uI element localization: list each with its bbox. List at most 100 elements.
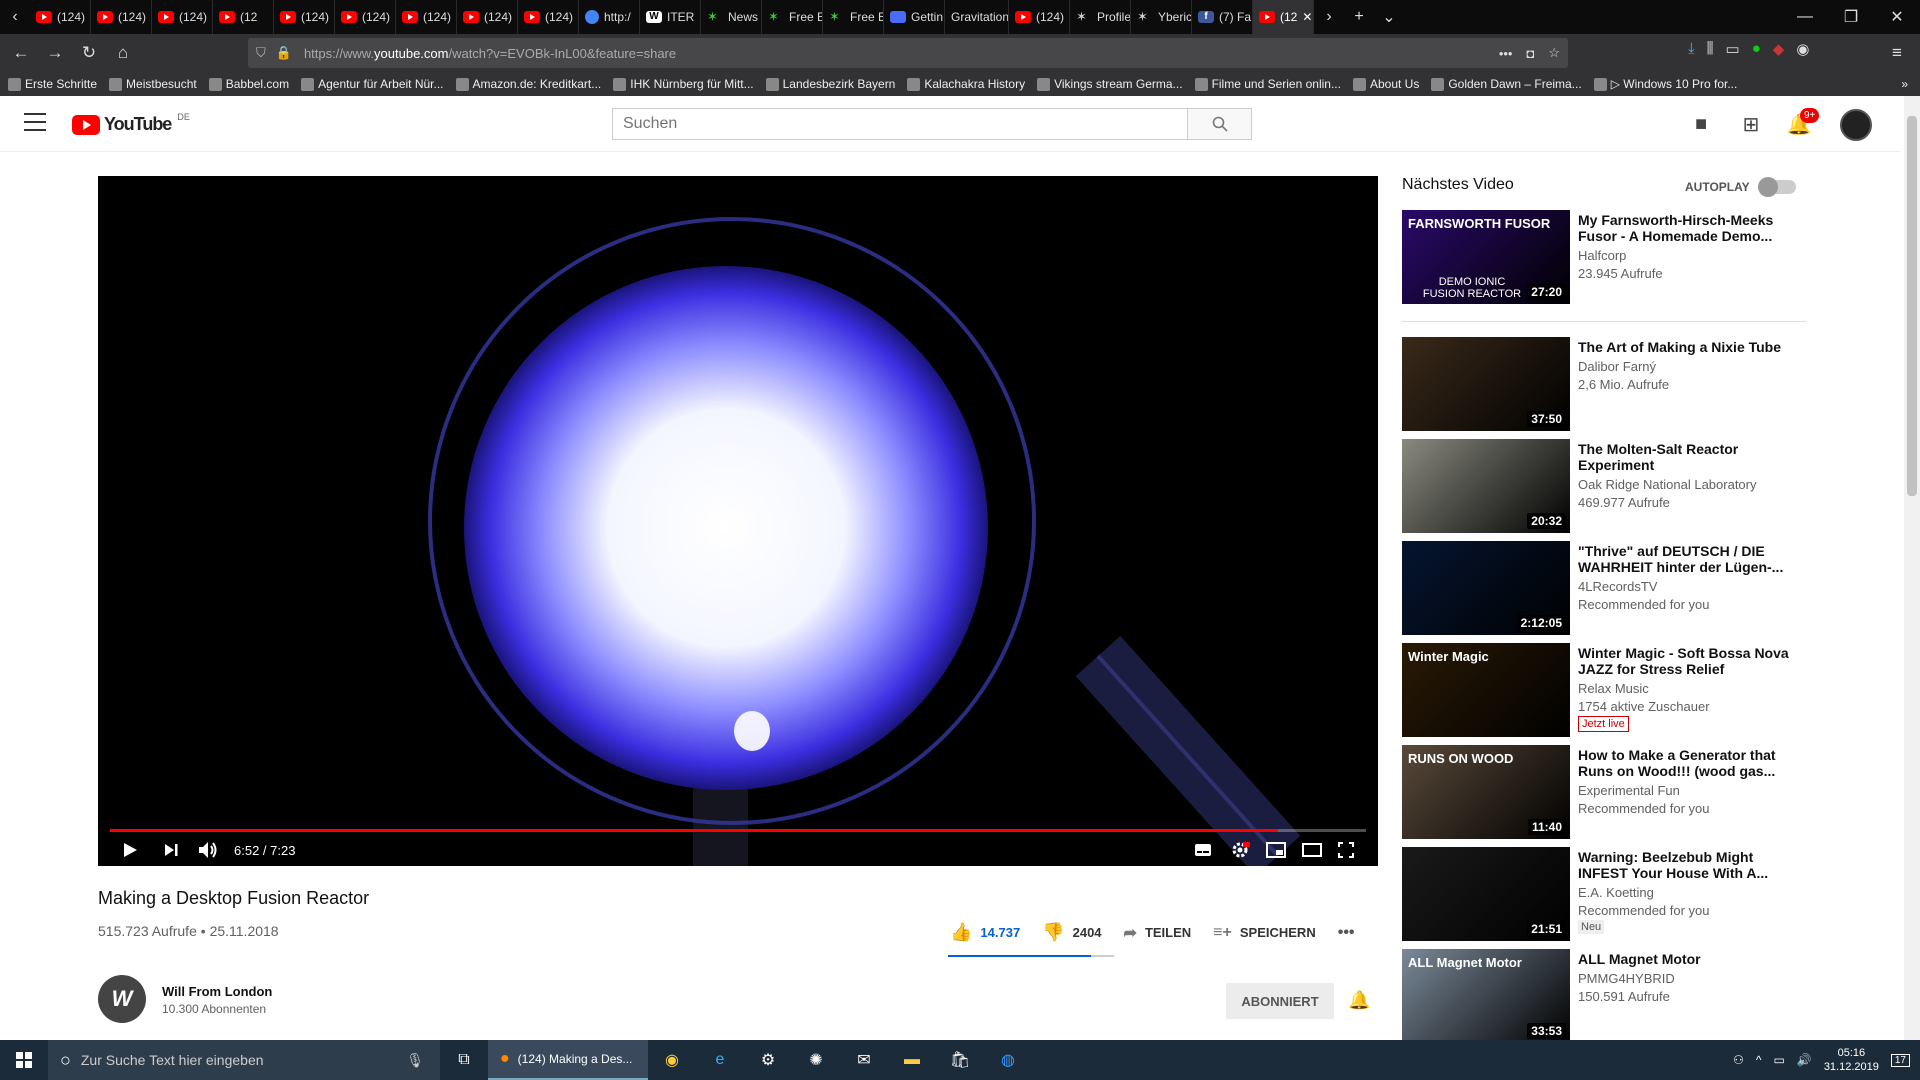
video-thumbnail[interactable]: ALL Magnet Motor 33:53 [1402, 949, 1570, 1043]
save-button[interactable]: ≡+ SPEICHERN [1213, 924, 1316, 942]
more-actions-button[interactable]: ••• [1338, 924, 1355, 942]
minimize-button[interactable]: — [1782, 0, 1828, 34]
theater-mode-icon[interactable] [1302, 838, 1322, 862]
browser-tab[interactable]: ✶ Free E [762, 0, 823, 34]
taskbar-firefox-window[interactable]: ● (124) Making a Des... [488, 1040, 648, 1080]
people-icon[interactable]: ⚇ [1733, 1053, 1744, 1067]
scrollbar-thumb[interactable] [1907, 116, 1917, 496]
settings-gear-icon[interactable] [1230, 838, 1250, 862]
close-window-button[interactable]: ✕ [1874, 0, 1920, 34]
back-button[interactable]: ← [4, 37, 38, 69]
search-button[interactable] [1187, 109, 1251, 139]
browser-tab[interactable]: (12 ✕ [1253, 0, 1314, 34]
task-view-icon[interactable]: ⧉ [440, 1040, 488, 1080]
mail-icon[interactable]: ✉ [840, 1040, 888, 1080]
pocket-icon[interactable]: ◘ [1526, 46, 1534, 61]
recommended-video-title[interactable]: ALL Magnet Motor [1578, 951, 1798, 967]
forward-button[interactable]: → [38, 37, 72, 69]
windows-start-button[interactable] [0, 1040, 48, 1080]
steam-icon[interactable]: ⚙ [744, 1040, 792, 1080]
downloads-icon[interactable]: ⤓ [1688, 40, 1695, 58]
bookmarks-overflow-icon[interactable]: » [1901, 77, 1908, 91]
recommended-video[interactable]: FARNSWORTH FUSOR DEMO IONIC FUSION REACTO… [1402, 210, 1806, 306]
recommended-video-title[interactable]: The Art of Making a Nixie Tube [1578, 339, 1798, 355]
browser-tab[interactable]: (124) [30, 0, 91, 34]
action-center-icon[interactable]: 17 [1890, 1053, 1910, 1067]
share-button[interactable]: ➦ TEILEN [1124, 923, 1192, 943]
browser-tab[interactable]: Gettin [884, 0, 945, 34]
page-scrollbar[interactable] [1904, 96, 1920, 1040]
new-tab-button[interactable]: + [1344, 0, 1374, 34]
volume-tray-icon[interactable]: 🔊 [1797, 1053, 1812, 1067]
account-icon[interactable]: ◉ [1796, 40, 1809, 58]
reload-button[interactable]: ↻ [72, 37, 106, 69]
taskbar-search[interactable]: ○ Zur Suche Text hier eingeben 🎙 [48, 1040, 440, 1080]
grammarly-icon[interactable]: ● [1752, 40, 1761, 58]
subtitles-icon[interactable] [1194, 838, 1212, 862]
bookmark-item[interactable]: Amazon.de: Kreditkart... [455, 77, 601, 91]
tab-list-button[interactable]: ⌄ [1374, 0, 1404, 34]
tab-scroll-left-button[interactable]: ‹ [0, 0, 30, 34]
subscribe-button[interactable]: ABONNIERT [1226, 983, 1334, 1019]
sidebar-icon[interactable]: ▭ [1726, 40, 1740, 58]
recommended-video[interactable]: Winter Magic Winter Magic - Soft Bossa No… [1402, 643, 1806, 739]
recommended-video-title[interactable]: How to Make a Generator that Runs on Woo… [1578, 747, 1798, 779]
bookmark-item[interactable]: Agentur für Arbeit Nür... [301, 77, 444, 91]
miniplayer-icon[interactable] [1266, 838, 1286, 862]
store-icon[interactable]: 🛍 [936, 1040, 984, 1080]
page-actions-icon[interactable]: ••• [1499, 46, 1513, 61]
bookmark-item[interactable]: Golden Dawn – Freima... [1431, 77, 1582, 91]
youtube-logo[interactable]: YouTube DE [72, 112, 190, 135]
video-thumbnail[interactable]: FARNSWORTH FUSOR DEMO IONIC FUSION REACTO… [1402, 210, 1570, 304]
volume-button[interactable] [198, 838, 218, 862]
recommended-video[interactable]: 2:12:05 "Thrive" auf DEUTSCH / DIE WAHRHE… [1402, 541, 1806, 637]
recommended-video-title[interactable]: Winter Magic - Soft Bossa Nova JAZZ for … [1578, 645, 1798, 677]
bookmark-star-icon[interactable]: ☆ [1548, 45, 1560, 61]
browser-tab[interactable]: W ITER [640, 0, 701, 34]
apps-grid-icon[interactable]: ⊞ [1738, 111, 1764, 137]
browser-tab[interactable]: (124) [152, 0, 213, 34]
recommended-video[interactable]: 21:51 Warning: Beelzebub Might INFEST You… [1402, 847, 1806, 943]
bookmark-item[interactable]: Filme und Serien onlin... [1194, 77, 1341, 91]
search-input[interactable] [613, 109, 1187, 139]
app-icon[interactable]: ✺ [792, 1040, 840, 1080]
network-icon[interactable]: ▭ [1774, 1053, 1785, 1067]
browser-tab[interactable]: (12 [213, 0, 274, 34]
browser-tab[interactable]: ✶ Profile [1070, 0, 1131, 34]
recommended-video[interactable]: RUNS ON WOOD 11:40 How to Make a Generator… [1402, 745, 1806, 841]
browser-tab[interactable]: (124) [518, 0, 579, 34]
extension-icon[interactable]: ◆ [1773, 40, 1785, 58]
browser-tab[interactable]: http:/ [579, 0, 640, 34]
video-thumbnail[interactable]: 37:50 [1402, 337, 1570, 431]
url-bar[interactable]: ⛉ 🔒 https://www.youtube.com/watch?v=EVOB… [248, 38, 1568, 68]
recommended-video-title[interactable]: "Thrive" auf DEUTSCH / DIE WAHRHEIT hint… [1578, 543, 1798, 575]
browser-tab[interactable]: (124) [91, 0, 152, 34]
recommended-video[interactable]: 37:50 The Art of Making a Nixie Tube Dalib… [1402, 337, 1806, 433]
bookmark-item[interactable]: Kalachakra History [907, 77, 1025, 91]
edge-icon[interactable]: e [696, 1040, 744, 1080]
browser-tab[interactable]: ✶ Yberic [1131, 0, 1192, 34]
like-button[interactable]: 👍 14.737 [950, 922, 1020, 943]
browser-tab[interactable]: f (7) Fa [1192, 0, 1253, 34]
browser-tab[interactable]: ✶ Free E [823, 0, 884, 34]
browser-tab[interactable]: (124) [274, 0, 335, 34]
recommended-video-title[interactable]: My Farnsworth-Hirsch-Meeks Fusor - A Hom… [1578, 212, 1798, 244]
video-thumbnail[interactable]: RUNS ON WOOD 11:40 [1402, 745, 1570, 839]
channel-avatar[interactable]: W [98, 975, 146, 1023]
video-thumbnail[interactable]: 2:12:05 [1402, 541, 1570, 635]
bookmark-item[interactable]: Landesbezirk Bayern [765, 77, 895, 91]
browser-tab[interactable]: Gravitation [945, 0, 1009, 34]
recommended-video[interactable]: ALL Magnet Motor 33:53 ALL Magnet Motor PMM… [1402, 949, 1806, 1045]
tab-scroll-right-button[interactable]: › [1314, 0, 1344, 34]
progress-bar[interactable] [110, 829, 1366, 832]
chrome-icon[interactable]: ◉ [648, 1040, 696, 1080]
recommended-video-title[interactable]: The Molten-Salt Reactor Experiment [1578, 441, 1798, 473]
home-button[interactable]: ⌂ [106, 37, 140, 69]
dislike-button[interactable]: 👎 2404 [1042, 922, 1101, 943]
bookmark-item[interactable]: ▷ Windows 10 Pro for... [1593, 77, 1737, 91]
autoplay-toggle[interactable] [1757, 177, 1796, 197]
bookmark-item[interactable]: Meistbesucht [109, 77, 197, 91]
tray-expand-icon[interactable]: ^ [1756, 1053, 1762, 1067]
browser-tab[interactable]: (124) [1009, 0, 1070, 34]
maximize-button[interactable]: ❐ [1828, 0, 1874, 34]
